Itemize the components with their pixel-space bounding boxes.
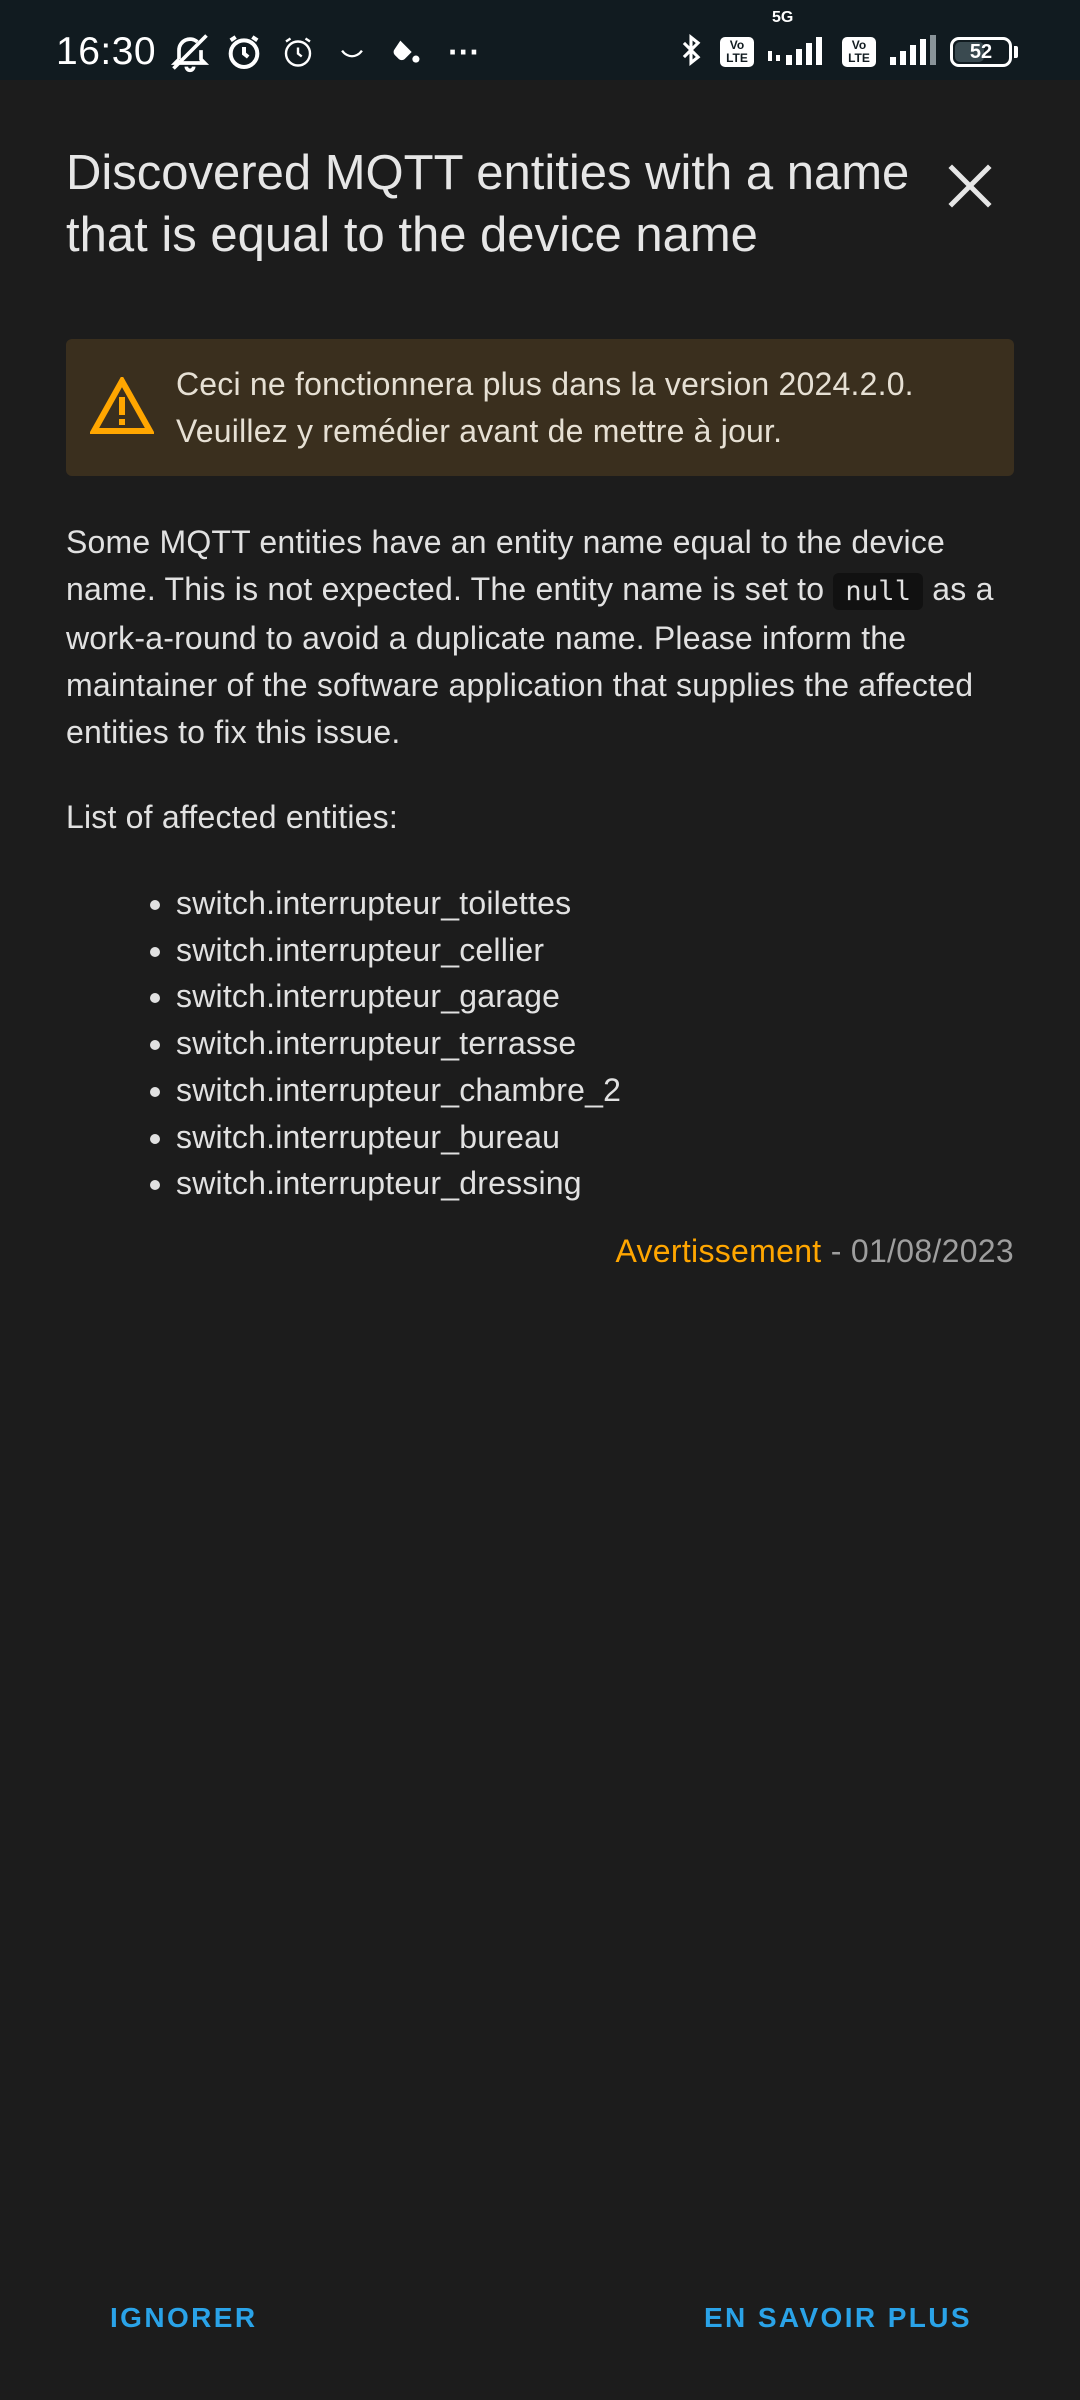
warning-alert: Ceci ne fonctionnera plus dans la versio… bbox=[66, 339, 1014, 476]
issue-meta: Avertissement - 01/08/2023 bbox=[615, 1228, 1014, 1275]
alarm-clock-outline-icon bbox=[276, 30, 320, 74]
description-part1: Some MQTT entities have an entity name e… bbox=[66, 524, 946, 607]
severity-label: Avertissement bbox=[615, 1233, 822, 1269]
status-bar: 16:30 ··· Vo LTE 5G Vo LTE 52 bbox=[0, 0, 1080, 80]
list-heading: List of affected entities: bbox=[66, 799, 398, 835]
list-item: switch.interrupteur_toilettes bbox=[176, 880, 621, 927]
alert-text: Ceci ne fonctionnera plus dans la versio… bbox=[176, 366, 914, 449]
ignore-button[interactable]: IGNORER bbox=[86, 2290, 281, 2346]
muted-bell-icon bbox=[168, 30, 212, 74]
status-right: Vo LTE 5G Vo LTE 52 bbox=[674, 0, 1018, 104]
list-item: switch.interrupteur_cellier bbox=[176, 927, 621, 974]
battery-tip bbox=[1014, 46, 1018, 58]
learn-more-button[interactable]: EN SAVOIR PLUS bbox=[680, 2290, 996, 2346]
warning-triangle-icon bbox=[90, 377, 154, 434]
battery-icon: 52 bbox=[950, 37, 1018, 67]
description-text: Some MQTT entities have an entity name e… bbox=[66, 519, 1026, 756]
close-icon bbox=[948, 164, 992, 208]
list-item: switch.interrupteur_terrasse bbox=[176, 1020, 621, 1067]
alarm-clock-icon bbox=[222, 30, 266, 74]
smile-icon bbox=[330, 30, 374, 74]
weather-icon bbox=[384, 30, 428, 74]
inline-code: null bbox=[833, 573, 924, 610]
status-left: 16:30 ··· bbox=[56, 0, 500, 104]
signal-5g-icon: 5G bbox=[766, 9, 830, 72]
volte-bottom-2: LTE bbox=[848, 51, 870, 65]
close-button[interactable] bbox=[940, 156, 1000, 216]
battery-body: 52 bbox=[950, 37, 1012, 67]
entity-list: switch.interrupteur_toilettes switch.int… bbox=[66, 880, 621, 1207]
dialog-title: Discovered MQTT entities with a name tha… bbox=[66, 146, 910, 262]
more-dots-icon: ··· bbox=[448, 33, 481, 70]
volte-icon-2: Vo LTE bbox=[842, 37, 876, 67]
bluetooth-icon bbox=[674, 30, 708, 75]
list-item: switch.interrupteur_bureau bbox=[176, 1114, 621, 1161]
list-item: switch.interrupteur_garage bbox=[176, 973, 621, 1020]
meta-separator: - bbox=[821, 1233, 851, 1269]
battery-level: 52 bbox=[969, 40, 993, 63]
network-label: 5G bbox=[772, 8, 794, 26]
status-time: 16:30 bbox=[56, 30, 157, 73]
signal-icon bbox=[888, 33, 938, 72]
issue-date: 01/08/2023 bbox=[850, 1233, 1014, 1269]
list-item: switch.interrupteur_chambre_2 bbox=[176, 1067, 621, 1114]
list-item: switch.interrupteur_dressing bbox=[176, 1160, 621, 1207]
volte-icon: Vo LTE bbox=[720, 37, 754, 67]
volte-bottom: LTE bbox=[726, 51, 748, 65]
